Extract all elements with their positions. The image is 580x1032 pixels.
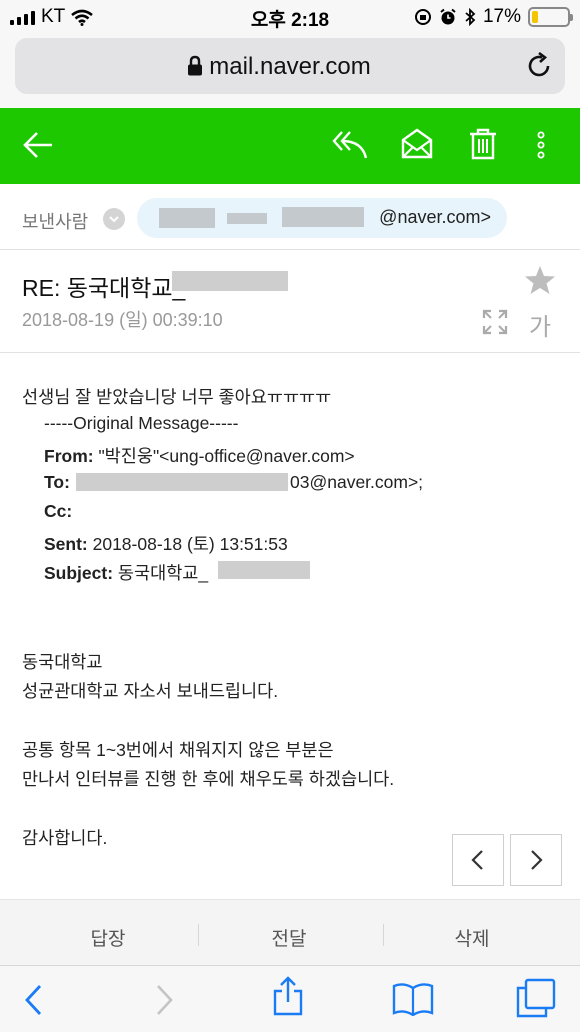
sender-address-chip[interactable]: @naver.com> bbox=[137, 198, 507, 238]
share-icon[interactable] bbox=[272, 976, 304, 1016]
original-message-header: -----Original Message----- bbox=[44, 413, 239, 433]
battery-percent: 17% bbox=[482, 6, 521, 27]
status-bar: KT 오후 2:18 17% bbox=[0, 0, 580, 34]
body-text: 감사합니다. bbox=[22, 828, 108, 848]
address-bar[interactable]: mail.naver.com bbox=[15, 38, 565, 94]
chevron-right-icon bbox=[531, 850, 543, 870]
browser-toolbar bbox=[0, 965, 580, 1032]
url-text: mail.naver.com bbox=[209, 53, 371, 80]
expand-icon[interactable] bbox=[482, 309, 508, 335]
sender-label: 보낸사람 bbox=[22, 212, 89, 232]
next-message-button[interactable] bbox=[510, 834, 562, 886]
divider bbox=[383, 924, 384, 946]
sender-email: @naver.com> bbox=[379, 207, 491, 227]
original-to-address: 03@naver.com>; bbox=[290, 472, 424, 492]
back-arrow-icon[interactable] bbox=[22, 130, 54, 160]
alarm-icon bbox=[440, 8, 456, 25]
original-subject: Subject: 동국대학교_ bbox=[44, 563, 209, 583]
message-date: 2018-08-19 (일) 00:39:10 bbox=[22, 310, 223, 330]
previous-message-button[interactable] bbox=[452, 834, 504, 886]
reply-icon[interactable] bbox=[332, 128, 368, 160]
body-text: 성균관대학교 자소서 보내드립니다. bbox=[22, 681, 279, 701]
mark-unread-icon[interactable] bbox=[401, 128, 433, 160]
font-size-button[interactable]: 가 bbox=[529, 307, 551, 342]
forward-icon bbox=[157, 985, 173, 1015]
forward-button[interactable]: 전달 bbox=[229, 924, 349, 951]
sender-row: 보낸사람 @naver.com> bbox=[0, 184, 580, 250]
mail-toolbar bbox=[0, 108, 580, 184]
back-icon[interactable] bbox=[24, 984, 44, 1016]
chevron-down-icon bbox=[109, 216, 119, 223]
original-to: To: bbox=[44, 472, 70, 492]
body-text: 공통 항목 1~3번에서 채워지지 않은 부분은 bbox=[22, 740, 334, 760]
more-vertical-icon[interactable] bbox=[536, 130, 546, 160]
sender-expand-button[interactable] bbox=[103, 208, 125, 230]
reload-icon[interactable] bbox=[527, 52, 553, 80]
message-action-bar: 답장 전달 삭제 bbox=[0, 899, 580, 965]
tabs-icon[interactable] bbox=[516, 978, 556, 1018]
redacted-text bbox=[159, 208, 215, 228]
body-text: 동국대학교 bbox=[22, 652, 103, 672]
reply-button[interactable]: 답장 bbox=[48, 924, 168, 951]
redacted-text bbox=[218, 561, 310, 579]
orientation-lock-icon bbox=[414, 9, 431, 25]
bookmarks-icon[interactable] bbox=[392, 982, 434, 1016]
message-body: 선생님 잘 받았습니당 너무 좋아요ㅠㅠㅠㅠ -----Original Mes… bbox=[0, 354, 580, 899]
original-cc: Cc: bbox=[44, 501, 73, 521]
redacted-text bbox=[76, 473, 288, 491]
redacted-text bbox=[227, 213, 267, 224]
body-text: 만나서 인터뷰를 진행 한 후에 채우도록 하겠습니다. bbox=[22, 769, 395, 789]
bluetooth-icon bbox=[465, 8, 476, 26]
message-header: RE: 동국대학교_ 2018-08-19 (일) 00:39:10 가 bbox=[0, 251, 580, 353]
divider bbox=[198, 924, 199, 946]
original-sent: Sent: 2018-08-18 (토) 13:51:53 bbox=[44, 534, 288, 554]
battery-icon bbox=[528, 7, 573, 27]
star-icon[interactable] bbox=[524, 265, 556, 295]
chevron-left-icon bbox=[471, 850, 483, 870]
browser-address-area: mail.naver.com bbox=[0, 34, 580, 108]
delete-button[interactable]: 삭제 bbox=[412, 924, 532, 951]
message-subject: RE: 동국대학교_ bbox=[22, 275, 186, 301]
original-from: From: "박진웅"<ung-office@naver.com> bbox=[44, 446, 355, 466]
trash-icon[interactable] bbox=[469, 128, 497, 160]
redacted-text bbox=[172, 271, 288, 291]
redacted-text bbox=[282, 207, 364, 227]
body-text: 선생님 잘 받았습니당 너무 좋아요ㅠㅠㅠㅠ bbox=[22, 387, 332, 407]
